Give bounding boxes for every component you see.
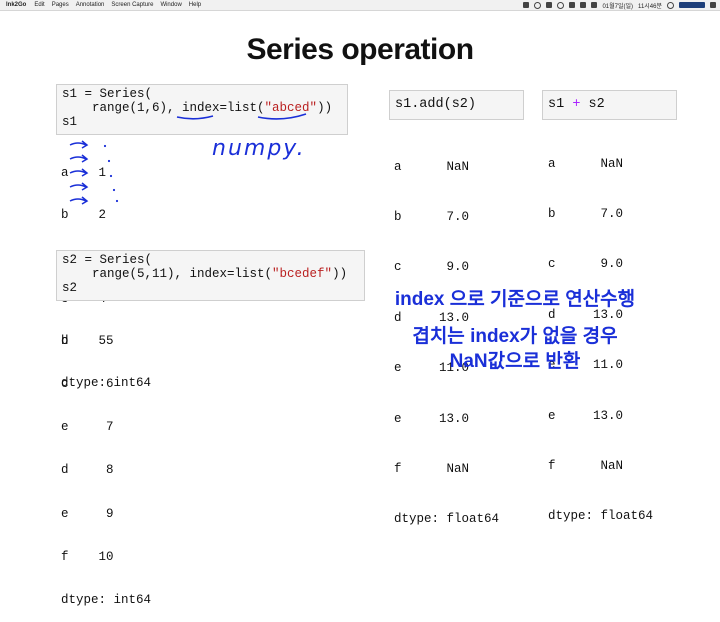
menu-edit[interactable]: Edit (34, 2, 44, 8)
output-line: b 2 (61, 208, 107, 222)
dropbox-icon[interactable] (523, 2, 530, 8)
output-line: a NaN (394, 159, 470, 174)
cell1-line3: s1 (62, 115, 78, 129)
cell1-line1: s1 = Series( (62, 87, 153, 101)
output-line: c 9.0 (394, 260, 470, 275)
output-line: e 13.0 (548, 408, 624, 423)
output-line: f NaN (394, 461, 470, 476)
output-line: e 13.0 (394, 411, 470, 426)
cell2-line2: range(5,11), index=list("bcedef")) (62, 267, 348, 281)
output-line: dtype: int64 (61, 593, 152, 608)
annotation-line3: NaN값으로 반환 (449, 351, 581, 372)
menu-annotation[interactable]: Annotation (76, 2, 105, 8)
sync-icon[interactable] (534, 1, 542, 9)
handwritten-numpy: numpy. (212, 136, 306, 161)
cell2-line3: s2 (62, 281, 78, 295)
battery-icon[interactable] (591, 2, 598, 8)
cell3-code: s1.add(s2) (395, 97, 477, 112)
output-line: d 8 (61, 463, 114, 478)
spotlight-icon[interactable] (667, 1, 674, 9)
output-line: b 7.0 (548, 206, 624, 221)
slide-title: Series operation (246, 33, 474, 66)
output-line: dtype: float64 (548, 509, 654, 524)
volume-icon[interactable] (580, 2, 587, 8)
cell4-code: s1 + s2 (548, 97, 605, 112)
menu-window[interactable]: Window (160, 2, 181, 8)
output-line: f 10 (61, 549, 114, 564)
code-cell-s1[interactable]: s1 = Series( range(1,6), index=list("abc… (56, 84, 348, 135)
menu-help[interactable]: Help (189, 2, 201, 8)
clock-icon[interactable] (557, 1, 565, 9)
output-line: a 1 (61, 166, 107, 180)
output-line: dtype: float64 (394, 512, 500, 527)
menu-screen-capture[interactable]: Screen Capture (111, 2, 153, 8)
output-line: f NaN (548, 458, 624, 473)
cell2-line1: s2 = Series( (62, 253, 153, 267)
menu-pages[interactable]: Pages (52, 2, 69, 8)
output-line: e 9 (61, 506, 114, 521)
output-line: c 6 (61, 377, 114, 392)
date-text: 01월7일(일) (602, 3, 634, 10)
annotation-line2: 겹치는 index가 없을 경우 (412, 326, 618, 347)
notification-icon[interactable] (710, 2, 716, 8)
code-cell-plus[interactable]: s1 + s2 (542, 90, 677, 120)
time-text: 11시46분 (638, 3, 662, 10)
cell2-output: b 5 c 6 e 7 d 8 e 9 f 10 dtype: int64 (61, 305, 151, 622)
output-line: b 7.0 (394, 209, 470, 224)
menu-bar: Ink2Go Edit Pages Annotation Screen Capt… (0, 0, 720, 11)
screen-icon[interactable] (546, 2, 553, 8)
code-cell-add[interactable]: s1.add(s2) (389, 90, 524, 120)
app-menu[interactable]: Ink2Go (6, 2, 26, 8)
output-line: e 7 (61, 420, 114, 435)
wifi-icon[interactable] (569, 2, 576, 8)
menubar-status-area: 01월7일(일) 11시46분 (523, 0, 716, 10)
output-line: b 5 (61, 333, 114, 348)
code-cell-s2[interactable]: s2 = Series( range(5,11), index=list("bc… (56, 250, 365, 301)
user-chip[interactable] (679, 2, 705, 8)
annotation-line1: index 으로 기준으로 연산수행 (394, 289, 636, 310)
cell1-line2: range(1,6), index=list("abced")) (62, 101, 333, 115)
output-line: a NaN (548, 156, 624, 171)
output-line: c 9.0 (548, 257, 624, 272)
